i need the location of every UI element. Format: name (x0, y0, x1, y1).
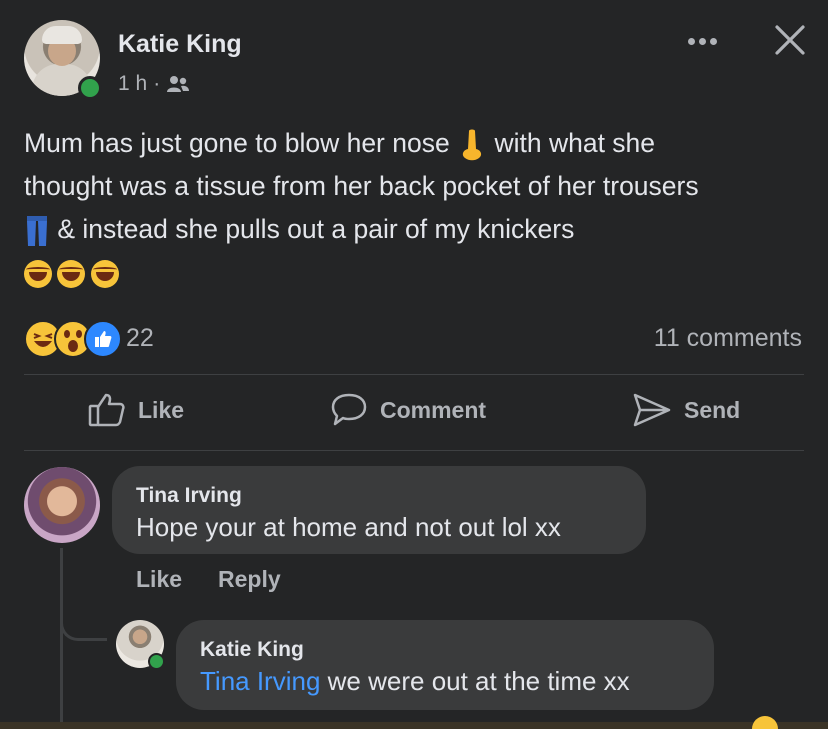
reply-text-body: we were out at the time xx (327, 666, 630, 696)
online-status-dot (78, 76, 102, 100)
jeans-emoji-icon (27, 216, 47, 246)
nose-emoji-icon (462, 129, 482, 161)
comment-label: Comment (380, 396, 487, 423)
like-label: Like (138, 396, 185, 423)
reaction-count[interactable]: 22 (126, 324, 154, 353)
comment-bubble[interactable]: Tina Irving Hope your at home and not ou… (112, 466, 646, 554)
avatar-hat (42, 26, 82, 44)
online-status-dot (148, 653, 165, 670)
mention-link[interactable]: Tina Irving (200, 666, 320, 696)
commenter-avatar[interactable] (24, 467, 100, 543)
speech-bubble-icon (331, 393, 367, 426)
thread-connector (60, 608, 107, 641)
comment-like-button[interactable]: Like (136, 566, 182, 593)
reaction-emoji-icon (752, 716, 778, 729)
post-author-name[interactable]: Katie King (118, 30, 242, 59)
thread-line (60, 548, 63, 729)
like-reaction-icon (84, 320, 122, 358)
post-text-line1a: Mum has just gone to blow her nose (24, 128, 450, 158)
reply-text: Tina Irving we were out at the time xx (200, 666, 630, 697)
friends-icon[interactable] (166, 75, 190, 93)
reply-author-name[interactable]: Katie King (200, 638, 304, 662)
comment-reply-button[interactable]: Reply (218, 566, 281, 593)
comment-text: Hope your at home and not out lol xx (136, 512, 561, 542)
send-label: Send (684, 396, 741, 423)
post-text: Mum has just gone to blow her nose with … (24, 122, 814, 294)
bottom-bar (0, 722, 828, 729)
comment-count[interactable]: 11 comments (654, 324, 802, 353)
meta-separator: · (153, 72, 161, 95)
post-text-line1b: with what she (494, 128, 656, 158)
post-text-line2: thought was a tissue from her back pocke… (24, 171, 699, 201)
laughing-emoji-icon (57, 260, 86, 288)
post-text-line3: & instead she pulls out a pair of my kni… (57, 214, 575, 244)
commenter-name[interactable]: Tina Irving (136, 484, 242, 508)
send-button[interactable]: Send (632, 392, 740, 428)
divider (24, 374, 804, 375)
reaction-icons[interactable] (24, 320, 122, 358)
send-icon (633, 393, 671, 427)
more-options-icon[interactable] (688, 38, 722, 46)
post-time[interactable]: 1 h (118, 72, 147, 96)
divider (24, 450, 804, 451)
laughing-emoji-icon (90, 260, 119, 288)
laughing-emoji-icon (24, 260, 52, 288)
comment-button[interactable]: Comment (330, 392, 486, 428)
reply-bubble[interactable]: Katie King Tina Irving we were out at th… (176, 620, 714, 710)
close-icon[interactable] (772, 22, 808, 58)
post-meta: 1 h · (118, 72, 190, 96)
like-button[interactable]: Like (88, 392, 184, 428)
thumbs-up-icon (88, 393, 125, 427)
